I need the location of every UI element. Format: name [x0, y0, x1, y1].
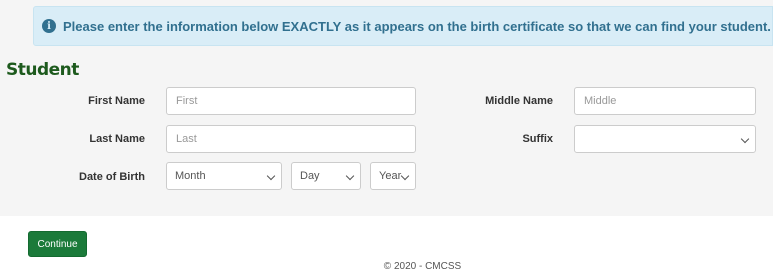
dob-month-select[interactable]: Month — [166, 162, 282, 190]
first-name-input[interactable]: First — [166, 87, 416, 115]
dob-year-select[interactable]: Year — [370, 162, 416, 190]
dob-day-select[interactable]: Day — [291, 162, 361, 190]
info-circle-icon: i — [42, 19, 56, 33]
chevron-down-icon — [345, 171, 355, 181]
last-name-label: Last Name — [89, 133, 145, 145]
footer-copyright: © 2020 - CMCSS — [383, 261, 462, 272]
info-alert: i Please enter the information below EXA… — [33, 6, 773, 46]
suffix-label: Suffix — [522, 133, 553, 145]
middle-name-input[interactable]: Middle — [574, 87, 756, 115]
section-title: Student — [6, 60, 79, 80]
alert-text: Please enter the information below EXACT… — [63, 18, 771, 34]
first-name-label: First Name — [88, 95, 145, 107]
suffix-select[interactable] — [574, 125, 756, 153]
chevron-down-icon — [400, 171, 410, 181]
last-name-input[interactable]: Last — [166, 125, 416, 153]
chevron-down-icon — [740, 134, 750, 144]
continue-button[interactable]: Continue — [28, 231, 87, 257]
dob-month-value: Month — [175, 170, 206, 182]
middle-name-label: Middle Name — [485, 95, 553, 107]
dob-label: Date of Birth — [79, 171, 145, 183]
dob-year-value: Year — [379, 170, 402, 182]
dob-day-value: Day — [300, 170, 320, 182]
chevron-down-icon — [266, 171, 276, 181]
